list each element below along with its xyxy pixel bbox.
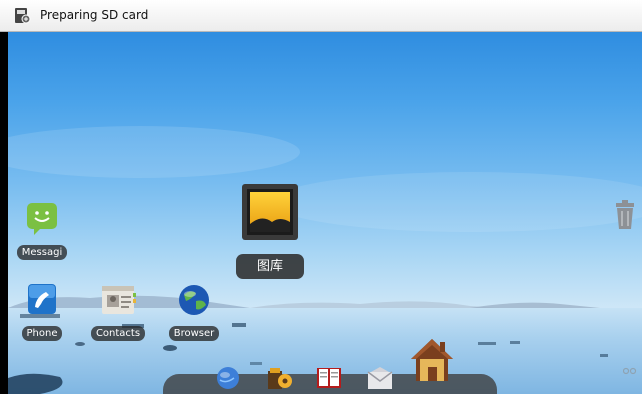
trash-icon[interactable]	[613, 200, 637, 230]
screen-edge	[0, 32, 8, 394]
app-label-messaging: Messagi	[16, 245, 68, 260]
gallery-icon[interactable]	[242, 184, 298, 240]
app-browser[interactable]: Browser	[162, 283, 226, 341]
contacts-icon	[102, 286, 136, 314]
status-notification-text: Preparing SD card	[40, 8, 149, 22]
app-label-contacts: Contacts	[90, 326, 146, 341]
browser-icon	[179, 285, 209, 315]
status-bar[interactable]: Preparing SD card	[0, 0, 642, 32]
gallery-label: 图库	[236, 254, 304, 279]
app-contacts[interactable]: Contacts	[86, 283, 150, 341]
media-icon[interactable]	[266, 365, 294, 391]
app-label-browser: Browser	[168, 326, 220, 341]
mail-icon[interactable]	[367, 366, 393, 390]
app-messaging[interactable]: Messagi	[10, 200, 74, 260]
phone-icon	[28, 284, 56, 314]
home-icon[interactable]	[410, 337, 454, 383]
messaging-icon	[27, 203, 57, 235]
sd-card-icon	[15, 8, 31, 24]
app-label-phone: Phone	[21, 326, 63, 341]
globe-icon[interactable]	[216, 366, 240, 390]
pages-indicator-icon[interactable]	[623, 367, 637, 375]
book-icon[interactable]	[316, 366, 342, 390]
app-phone[interactable]: Phone	[10, 283, 74, 341]
android-home-screen: Preparing SD card 图库 Messagi Phone Conta…	[0, 0, 642, 394]
